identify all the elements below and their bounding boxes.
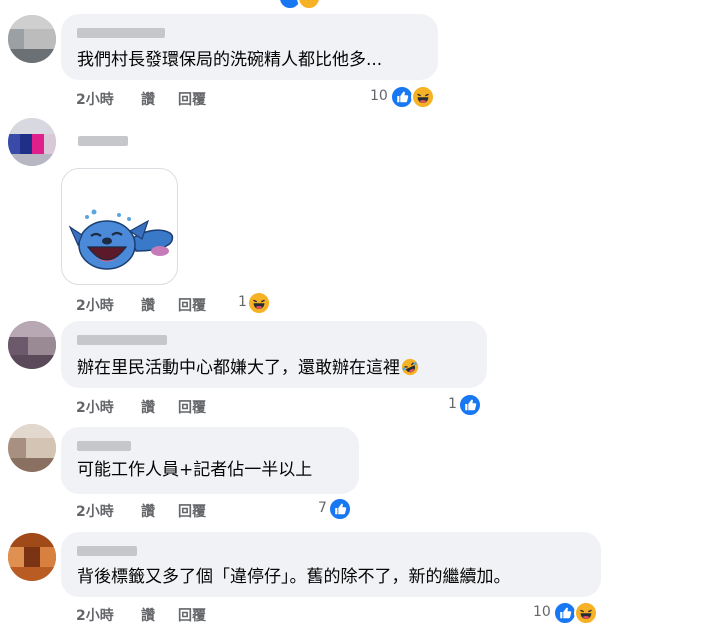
comment-bubble: 可能工作人員+記者佔一半以上 (61, 427, 359, 494)
comment-text: 可能工作人員+記者佔一半以上 (77, 460, 313, 480)
like-icon (328, 497, 352, 521)
comment-bubble: 我們村長發環保局的洗碗精人都比他多... (61, 14, 438, 80)
reply-button[interactable]: 回覆 (178, 501, 206, 521)
blurred-author-name (77, 28, 165, 38)
reply-button[interactable]: 回覆 (178, 397, 206, 417)
reaction-summary[interactable]: 1 (448, 393, 488, 417)
timestamp[interactable]: 2小時 (76, 605, 114, 625)
stitch-laughing-sticker (68, 209, 174, 270)
reaction-summary[interactable]: 1 (238, 291, 278, 315)
reply-button[interactable]: 回覆 (178, 605, 206, 625)
reaction-summary[interactable]: 10 (370, 85, 440, 109)
sticker-attachment[interactable] (61, 168, 178, 285)
blurred-author-name (77, 441, 131, 451)
avatar[interactable] (8, 118, 56, 166)
haha-icon (247, 291, 271, 315)
reply-button[interactable]: 回覆 (178, 89, 206, 109)
rofl-emoji (401, 358, 419, 376)
avatar[interactable] (8, 15, 56, 63)
blurred-author-name (77, 546, 137, 556)
comment-bubble: 辦在里民活動中心都嫌大了，還敢辦在這裡 (61, 321, 487, 388)
comment-bubble: 背後標籤又多了個「違停仔」。舊的除不了，新的繼續加。 (61, 532, 601, 597)
like-icon (458, 393, 482, 417)
like-button[interactable]: 讚 (141, 501, 155, 521)
comment-text: 我們村長發環保局的洗碗精人都比他多... (77, 50, 383, 70)
haha-icon (411, 85, 435, 109)
haha-icon (297, 0, 321, 10)
like-button[interactable]: 讚 (141, 89, 155, 109)
like-button[interactable]: 讚 (141, 295, 155, 315)
reaction-summary[interactable]: 10 (533, 601, 603, 625)
timestamp[interactable]: 2小時 (76, 397, 114, 417)
timestamp[interactable]: 2小時 (76, 501, 114, 521)
timestamp[interactable]: 2小時 (76, 295, 114, 315)
timestamp[interactable]: 2小時 (76, 89, 114, 109)
avatar[interactable] (8, 533, 56, 581)
avatar[interactable] (8, 424, 56, 472)
haha-icon (574, 601, 598, 625)
comment-text: 背後標籤又多了個「違停仔」。舊的除不了，新的繼續加。 (77, 567, 511, 587)
blurred-author-name (77, 335, 167, 345)
like-button[interactable]: 讚 (141, 605, 155, 625)
blurred-author-name (78, 136, 128, 146)
reaction-count: 1 (448, 396, 457, 412)
avatar[interactable] (8, 321, 56, 369)
reply-button[interactable]: 回覆 (178, 295, 206, 315)
reaction-count: 10 (370, 88, 388, 104)
previous-reactions-partial (278, 0, 324, 10)
reaction-count: 10 (533, 604, 551, 620)
comment-text: 辦在里民活動中心都嫌大了，還敢辦在這裡 (77, 357, 419, 379)
reaction-summary[interactable]: 7 (318, 497, 358, 521)
reaction-count: 7 (318, 500, 327, 516)
like-button[interactable]: 讚 (141, 397, 155, 417)
reaction-count: 1 (238, 294, 247, 310)
